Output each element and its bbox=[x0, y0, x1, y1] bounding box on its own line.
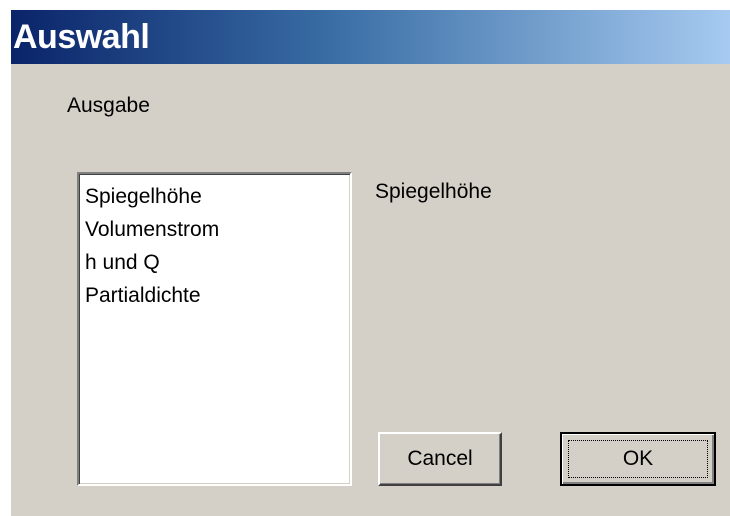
title-bar[interactable]: Auswahl bbox=[11, 10, 730, 64]
window-title: Auswahl bbox=[13, 18, 150, 56]
ok-button[interactable]: OK bbox=[560, 432, 716, 486]
list-item[interactable]: Spiegelhöhe bbox=[85, 180, 350, 213]
output-label: Ausgabe bbox=[67, 94, 150, 117]
list-item[interactable]: Volumenstrom bbox=[85, 213, 350, 246]
dialog-window: Auswahl Ausgabe Spiegelhöhe Volumenstrom… bbox=[9, 8, 730, 516]
cancel-button-label: Cancel bbox=[407, 447, 473, 470]
selected-value-label: Spiegelhöhe bbox=[375, 180, 492, 203]
ok-button-label: OK bbox=[622, 447, 654, 470]
output-listbox[interactable]: Spiegelhöhe Volumenstrom h und Q Partial… bbox=[77, 172, 352, 486]
list-item[interactable]: h und Q bbox=[85, 246, 350, 279]
list-item[interactable]: Partialdichte bbox=[85, 279, 350, 312]
cancel-button[interactable]: Cancel bbox=[378, 432, 502, 486]
